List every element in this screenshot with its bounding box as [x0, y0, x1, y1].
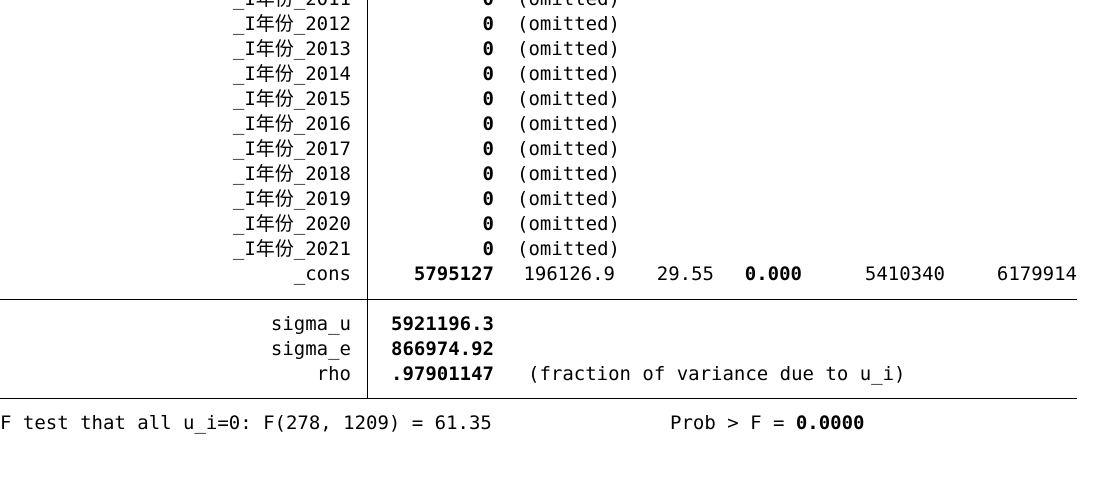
variable-name: _I年份_2021: [232, 238, 351, 260]
table-row-sigma-u: sigma_u 5921196.3: [0, 312, 1095, 337]
variable-name: _I年份_2013: [232, 38, 351, 60]
omitted-note: (omitted): [517, 88, 620, 110]
table-row-rho: rho .97901147 (fraction of variance due …: [0, 362, 1095, 387]
omitted-note: (omitted): [517, 163, 620, 185]
table-row: _I年份_2015 0 (omitted): [0, 87, 1095, 112]
omitted-note: (omitted): [517, 113, 620, 135]
coefficient: 0: [482, 63, 494, 85]
prob-f-value: 0.0000: [795, 412, 865, 434]
table-row: _I年份_2014 0 (omitted): [0, 62, 1095, 87]
coefficient: 0: [482, 13, 494, 35]
prob-f-line: Prob > F = 0.0000: [670, 411, 864, 436]
table-row: _I年份_2016 0 (omitted): [0, 112, 1095, 137]
table-row-sigma-e: sigma_e 866974.92: [0, 337, 1095, 362]
omitted-note: (omitted): [517, 188, 620, 210]
coefficient: 0: [482, 188, 494, 210]
variance-value: 5921196.3: [391, 313, 494, 335]
table-row: _I年份_2018 0 (omitted): [0, 162, 1095, 187]
table-row-cons: _cons 5795127 196126.9 29.55 0.000 54103…: [0, 262, 1095, 287]
rho-note: (fraction of variance due to u_i): [528, 363, 906, 385]
omitted-note: (omitted): [517, 213, 620, 235]
variable-name: _I年份_2018: [232, 163, 351, 185]
coefficient: 0: [483, 0, 494, 12]
coefficient: 0: [482, 38, 494, 60]
table-row: _I年份_2021 0 (omitted): [0, 237, 1095, 262]
coefficient: 0: [482, 163, 494, 185]
table-row: _I年份_2020 0 (omitted): [0, 212, 1095, 237]
variable-name: _I年份_2012: [232, 13, 351, 35]
table-row: _I年份_2017 0 (omitted): [0, 137, 1095, 162]
variable-name: _I年份_2017: [232, 138, 351, 160]
omitted-note: (omitted): [517, 13, 620, 35]
variable-name: _I年份_2015: [232, 88, 351, 110]
coefficient: 0: [482, 138, 494, 160]
variable-name: sigma_u: [270, 313, 351, 335]
omitted-note: (omitted): [517, 138, 620, 160]
prob-f-label: Prob > F =: [670, 412, 796, 434]
table-row: _I年份_2019 0 (omitted): [0, 187, 1095, 212]
variable-name: rho: [316, 363, 351, 385]
coefficient: 0: [482, 238, 494, 260]
table-bottom-line: [0, 398, 1077, 399]
omitted-note: (omitted): [517, 38, 620, 60]
table-divider-line: [0, 299, 1077, 300]
variable-name: sigma_e: [270, 338, 351, 360]
t-stat: 29.55: [656, 263, 714, 285]
coefficient: 0: [482, 88, 494, 110]
stata-results-window: _I年份_2011 0 (omitted) _I年份_2012 0 (omitt…: [0, 0, 1095, 464]
table-row: _I年份_2013 0 (omitted): [0, 37, 1095, 62]
table-row: _I年份_2012 0 (omitted): [0, 12, 1095, 37]
f-test-line: F test that all u_i=0: F(278, 1209) = 61…: [0, 412, 492, 434]
std-err: 196126.9: [523, 263, 615, 285]
p-value: 0.000: [744, 263, 802, 285]
coefficient: 0: [482, 213, 494, 235]
variable-name: _I年份_2019: [232, 188, 351, 210]
variable-name: _I年份_2014: [232, 63, 351, 85]
variable-name: _I年份_2020: [232, 213, 351, 235]
variance-value: .97901147: [391, 363, 494, 385]
table-row: _I年份_2011 0 (omitted): [0, 0, 1095, 12]
variable-name: _I年份_2016: [232, 113, 351, 135]
ci-upper: 6179914: [996, 263, 1077, 285]
variable-name: _cons: [293, 263, 351, 285]
omitted-note: (omitted): [517, 0, 620, 12]
variable-name: _I年份_2011: [233, 0, 351, 12]
omitted-note: (omitted): [517, 238, 620, 260]
coefficient: 5795127: [413, 263, 494, 285]
ci-lower: 5410340: [864, 263, 945, 285]
omitted-note: (omitted): [517, 63, 620, 85]
variance-value: 866974.92: [391, 338, 494, 360]
coefficient: 0: [482, 113, 494, 135]
